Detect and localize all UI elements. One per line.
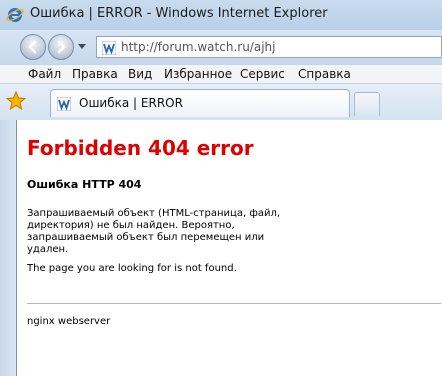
tab-bar: Ошибка | ERROR — [0, 84, 442, 121]
url-text: http://forum.watch.ru/ajhj — [121, 40, 276, 54]
menu-bar: Файл Правка Вид Избранное Сервис Справка — [0, 64, 442, 84]
forward-arrow-icon — [57, 40, 66, 54]
window-title: Ошибка | ERROR - Windows Internet Explor… — [30, 6, 328, 21]
tab-error[interactable]: Ошибка | ERROR — [50, 89, 350, 117]
menu-tools[interactable]: Сервис — [240, 67, 285, 81]
address-bar[interactable]: http://forum.watch.ru/ajhj — [96, 36, 442, 58]
page-content: Forbidden 404 error Ошибка HTTP 404 Запр… — [16, 120, 442, 376]
menu-favorites[interactable]: Избранное — [164, 67, 232, 81]
recent-pages-dropdown[interactable] — [78, 44, 86, 49]
watch-favicon-icon — [56, 96, 72, 112]
menu-view[interactable]: Вид — [128, 67, 152, 81]
forward-button[interactable] — [48, 34, 74, 60]
tab-label: Ошибка | ERROR — [79, 96, 183, 110]
favorites-star-icon[interactable] — [5, 90, 27, 111]
error-subheading: Ошибка HTTP 404 — [27, 178, 142, 191]
window-frame-left — [0, 120, 16, 376]
back-arrow-icon — [28, 40, 37, 54]
menu-file[interactable]: Файл — [28, 67, 61, 81]
new-tab-button[interactable] — [354, 92, 380, 116]
navigation-bar: http://forum.watch.ru/ajhj — [0, 30, 442, 64]
watch-favicon-icon — [101, 40, 117, 56]
back-button[interactable] — [20, 34, 46, 60]
divider — [27, 303, 441, 304]
title-bar: Ошибка | ERROR - Windows Internet Explor… — [0, 0, 442, 31]
server-signature: nginx webserver — [27, 316, 111, 327]
menu-edit[interactable]: Правка — [72, 67, 118, 81]
error-message-ru: Запрашиваемый объект (HTML-страница, фай… — [27, 208, 281, 255]
menu-help[interactable]: Справка — [298, 67, 351, 81]
page-title: Forbidden 404 error — [27, 136, 254, 160]
error-message-en: The page you are looking for is not foun… — [27, 263, 237, 274]
ie-logo-icon — [6, 6, 24, 24]
